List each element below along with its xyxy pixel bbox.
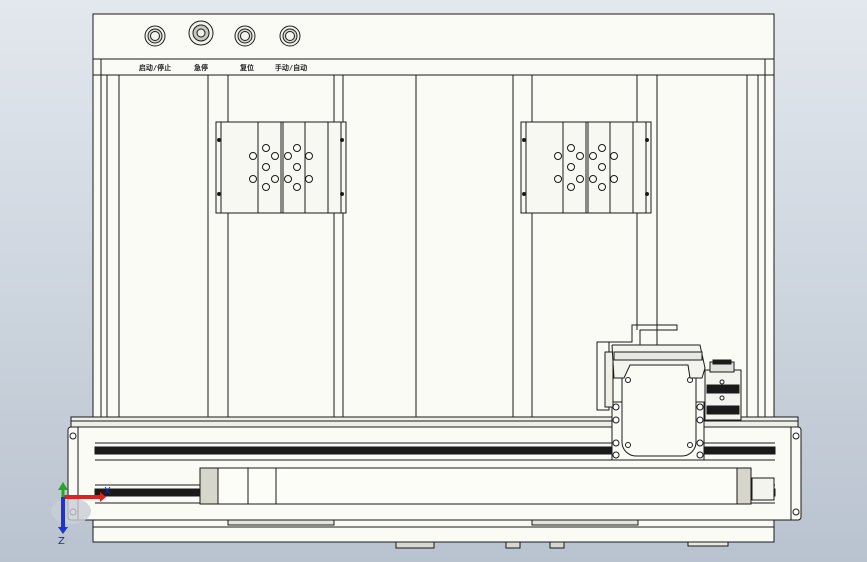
button-manual-auto[interactable] — [279, 25, 301, 47]
button-label-reset: 复位 — [239, 63, 254, 72]
base-fitting — [549, 541, 565, 549]
slide-cover — [199, 467, 752, 505]
button-label-emergency-stop: 急停 — [194, 63, 208, 72]
button-start-stop[interactable] — [144, 25, 166, 47]
z-axis-label: Z — [58, 536, 65, 547]
base-fitting — [505, 541, 521, 549]
x-axis-label: X — [104, 486, 111, 497]
base-fitting — [395, 541, 435, 549]
mounting-plate-right — [520, 121, 652, 214]
base-fitting — [687, 541, 729, 547]
button-reset[interactable] — [234, 25, 256, 47]
base-plate — [92, 519, 775, 543]
button-emergency-stop[interactable] — [188, 20, 214, 46]
mounting-plate-left — [215, 121, 347, 214]
button-label-manual-auto: 手动/自动 — [275, 63, 307, 72]
cylinder-body — [621, 357, 697, 457]
button-label-start-stop: 启动/停止 — [139, 63, 171, 72]
cad-viewport[interactable]: 启动/停止 急停 复位 手动/自动 X Z — [0, 0, 867, 562]
